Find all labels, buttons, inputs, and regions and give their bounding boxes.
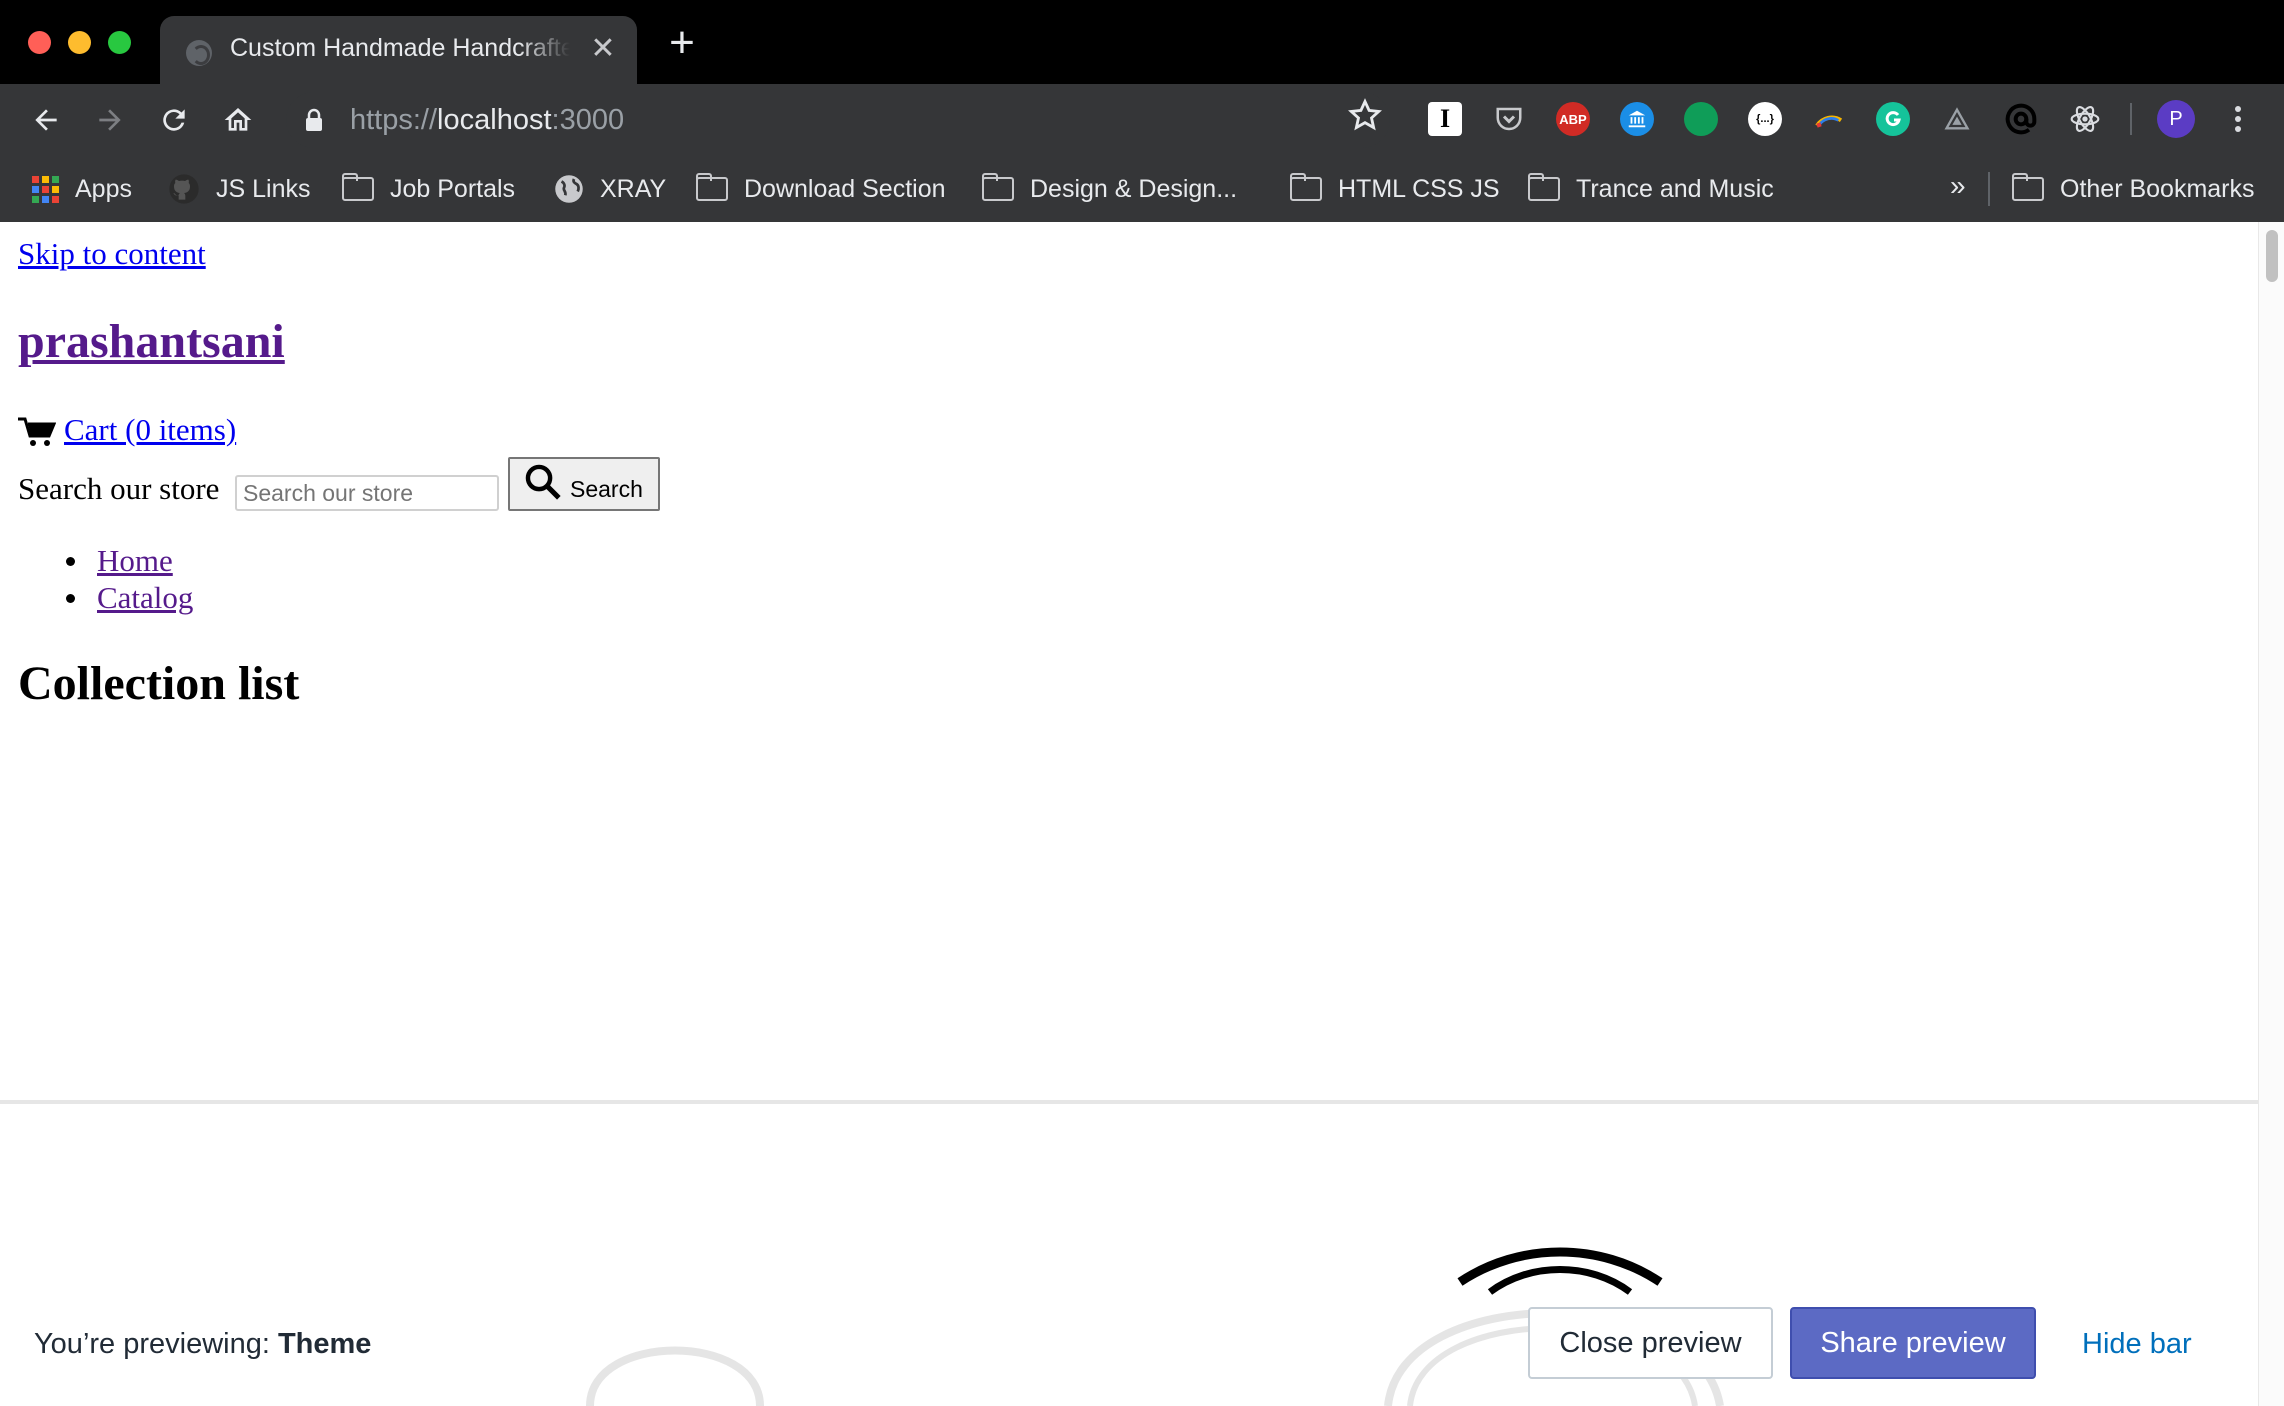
close-preview-button[interactable]: Close preview (1528, 1307, 1773, 1379)
folder-icon (342, 173, 374, 201)
url-text: https://localhost:3000 (350, 103, 624, 137)
bookmark-label: Trance and Music (1576, 174, 1774, 203)
bookmark-label: XRAY (600, 174, 667, 203)
museum-icon[interactable] (1620, 102, 1654, 136)
bookmark-label: HTML CSS JS (1338, 174, 1500, 203)
hide-bar-link[interactable]: Hide bar (2082, 1328, 2192, 1361)
adblock-plus-icon[interactable]: ABP (1556, 102, 1590, 136)
toolbar-divider (2130, 103, 2132, 135)
grammarly-icon[interactable] (1876, 102, 1910, 136)
preview-theme-name: Theme (277, 1328, 372, 1360)
colorzilla-icon[interactable] (1812, 102, 1846, 136)
bookmark-design[interactable]: Design & Design... (982, 170, 1237, 208)
arrow-right-icon (99, 109, 121, 131)
github-icon (169, 174, 199, 204)
cart-icon (18, 417, 56, 446)
bookmark-other-bookmarks[interactable]: Other Bookmarks (2012, 170, 2255, 208)
minimize-window-button[interactable] (68, 31, 91, 54)
skip-to-content-link[interactable]: Skip to content (18, 236, 206, 272)
share-preview-button[interactable]: Share preview (1790, 1307, 2036, 1379)
folder-icon (696, 173, 728, 201)
close-tab-icon[interactable]: ✕ (588, 34, 618, 64)
nav-link-home[interactable]: Home (97, 543, 173, 578)
nav-link-catalog[interactable]: Catalog (97, 580, 193, 615)
bookmark-label: Design & Design... (1030, 174, 1238, 203)
bookmark-js-links[interactable]: JS Links (168, 170, 310, 208)
url-port: :3000 (551, 104, 625, 136)
bookmark-label: Job Portals (390, 174, 516, 203)
search-button-label: Search (570, 476, 643, 502)
json-viewer-icon[interactable]: {...} (1748, 102, 1782, 136)
search-input[interactable] (235, 475, 499, 511)
cart-link[interactable]: Cart (0 items) (18, 412, 236, 448)
bookmark-label: Download Section (744, 174, 946, 203)
nav-item: Catalog (40, 579, 193, 616)
instapaper-icon[interactable]: I (1428, 102, 1462, 136)
folder-icon (2012, 173, 2044, 201)
url-scheme: https:// (350, 104, 438, 136)
bookmark-html-css-js[interactable]: HTML CSS JS (1290, 170, 1500, 208)
arrow-left-icon (35, 109, 57, 131)
url-host: localhost (437, 104, 552, 136)
hangouts-icon[interactable] (1684, 102, 1718, 136)
theme-preview-bar: You’re previewing: Theme Close preview S… (0, 1282, 2258, 1406)
home-button[interactable] (216, 98, 260, 142)
bookmark-job-portals[interactable]: Job Portals (342, 170, 515, 208)
bookmark-label: Apps (75, 174, 132, 203)
lock-icon (306, 108, 322, 131)
profile-avatar[interactable]: P (2157, 100, 2195, 138)
active-tab[interactable]: Custom Handmade Handcrafted ✕ (160, 16, 637, 84)
page-content: Skip to content prashantsani Cart (0 ite… (0, 222, 2258, 1406)
bookmark-star-icon[interactable] (1348, 98, 1382, 132)
new-tab-button[interactable]: + (664, 21, 700, 65)
address-bar[interactable]: https://localhost:3000 (286, 92, 1390, 148)
page-scrollbar[interactable] (2258, 222, 2284, 1406)
reload-button[interactable] (152, 98, 196, 142)
vercel-icon[interactable] (1940, 102, 1974, 136)
bookmark-apps[interactable]: Apps (32, 170, 132, 208)
maximize-window-button[interactable] (108, 31, 131, 54)
home-icon (224, 108, 252, 131)
globe-icon (555, 175, 583, 203)
back-button[interactable] (24, 98, 68, 142)
bookmark-label: Other Bookmarks (2060, 174, 2255, 203)
preview-status-text: You’re previewing: Theme (34, 1328, 371, 1361)
react-devtools-icon[interactable] (2068, 102, 2102, 136)
bookmark-download-section[interactable]: Download Section (696, 170, 946, 208)
browser-chrome: Custom Handmade Handcrafted ✕ + https://… (0, 0, 2284, 222)
bookmark-label: JS Links (216, 174, 311, 203)
apps-grid-icon (32, 175, 59, 203)
reload-icon (163, 109, 185, 131)
tab-title: Custom Handmade Handcrafted (230, 34, 570, 62)
nav-item: Home (40, 542, 193, 579)
bookmark-xray[interactable]: XRAY (554, 170, 666, 208)
folder-icon (1528, 173, 1560, 201)
search-icon (525, 464, 561, 500)
bookmark-trance-and-music[interactable]: Trance and Music (1528, 170, 1774, 208)
site-title-link[interactable]: prashantsani (18, 314, 285, 369)
collection-list-heading: Collection list (18, 657, 300, 710)
forward-button[interactable] (88, 98, 132, 142)
folder-icon (1290, 173, 1322, 201)
cart-label: Cart (0 items) (64, 412, 237, 447)
search-button[interactable]: Search (508, 457, 660, 511)
close-window-button[interactable] (28, 31, 51, 54)
at-sign-icon[interactable] (2004, 102, 2038, 136)
bookmarks-overflow-chevron-icon[interactable]: » (1950, 170, 1966, 202)
bookmarks-bar: Apps JS Links Job Portals XRAY Download … (0, 156, 2284, 222)
globe-icon (186, 40, 212, 66)
main-nav: Home Catalog (40, 542, 193, 616)
preview-prefix: You’re previewing: (34, 1328, 278, 1360)
folder-icon (982, 173, 1014, 201)
pocket-icon[interactable] (1492, 102, 1526, 136)
tab-strip: Custom Handmade Handcrafted ✕ + (0, 0, 2284, 84)
bookmarks-divider (1988, 172, 1990, 206)
browser-menu-icon[interactable] (2226, 100, 2250, 138)
search-label: Search our store (18, 471, 220, 506)
section-divider (0, 1100, 2258, 1104)
scrollbar-thumb[interactable] (2266, 230, 2278, 282)
